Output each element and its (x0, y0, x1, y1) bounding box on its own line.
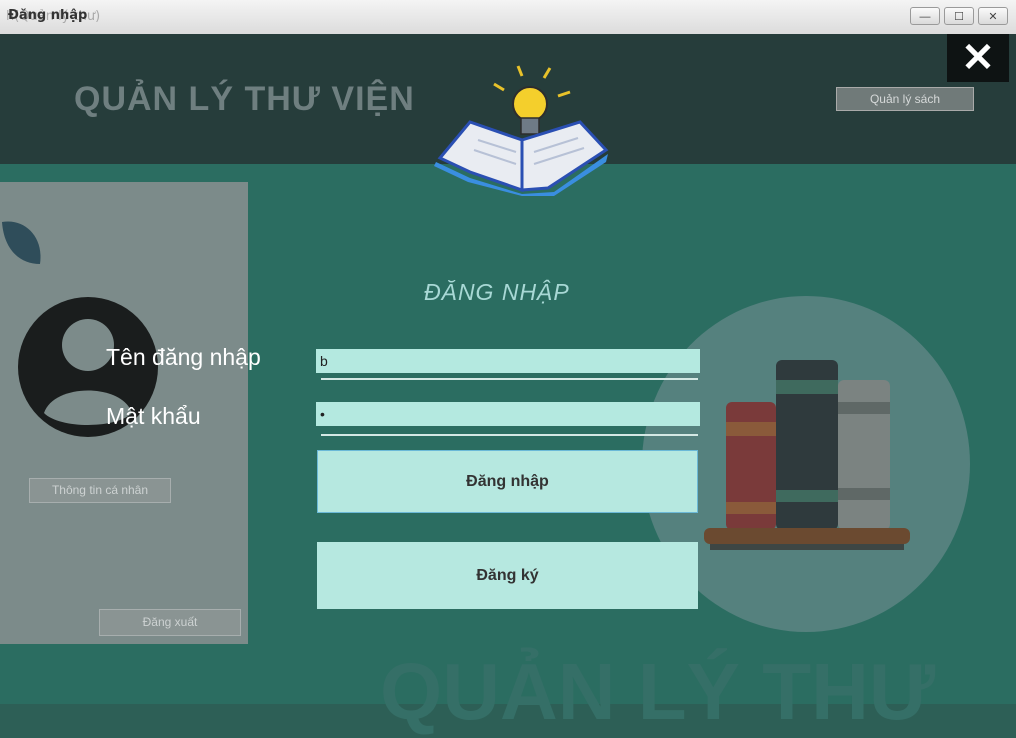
logout-button[interactable]: Đăng xuất (99, 609, 241, 636)
password-label: Mật khẩu (106, 403, 201, 429)
close-icon[interactable]: ✕ (947, 34, 1009, 82)
username-underline (321, 378, 698, 380)
books-illustration (704, 360, 910, 550)
manage-books-button[interactable]: Quản lý sách (836, 87, 974, 111)
window-titlebar: h(Quản lý thư) Đăng nhập — ☐ ✕ (0, 0, 1016, 35)
minimize-button[interactable]: — (910, 7, 940, 25)
username-label: Tên đăng nhập (106, 344, 261, 370)
password-input[interactable] (316, 402, 700, 426)
login-heading: ĐĂNG NHẬP (424, 279, 570, 305)
register-button[interactable]: Đăng ký (317, 542, 698, 609)
window-title: Đăng nhập (8, 8, 88, 23)
window-close-button[interactable]: ✕ (978, 7, 1008, 25)
password-underline (321, 434, 698, 436)
leaf-icon (2, 221, 41, 264)
background-watermark: QUẢN LÝ THƯ (380, 647, 936, 736)
window-controls: — ☐ ✕ (910, 7, 1008, 25)
profile-button[interactable]: Thông tin cá nhân (29, 478, 171, 503)
app-title: QUẢN LÝ THƯ VIỆN (74, 80, 415, 118)
book-lightbulb-logo (434, 65, 609, 196)
login-button[interactable]: Đăng nhập (317, 450, 698, 513)
username-input[interactable] (316, 349, 700, 373)
maximize-button[interactable]: ☐ (944, 7, 974, 25)
